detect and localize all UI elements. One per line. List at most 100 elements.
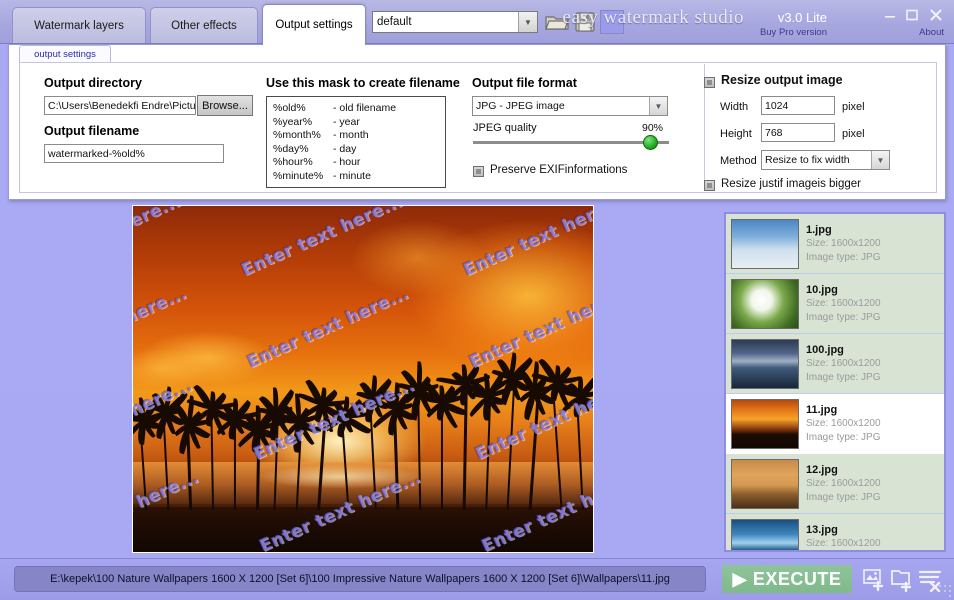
mask-row: %old% - old filename xyxy=(273,102,445,116)
list-item-meta: 11.jpg Size: 1600x1200 Image type: JPG xyxy=(806,403,939,445)
file-type: Image type: JPG xyxy=(806,311,881,323)
tab-output-settings[interactable]: Output settings xyxy=(262,4,366,45)
jpeg-quality-slider-track[interactable] xyxy=(473,141,669,144)
palm-tree-silhouette xyxy=(511,361,556,511)
mask-desc: - year xyxy=(333,115,360,128)
filename-mask-title: Use this mask to create filename xyxy=(266,76,460,90)
about-link[interactable]: About xyxy=(919,27,944,38)
mask-desc: - old filename xyxy=(333,102,397,114)
tab-output-settings-label: Output settings xyxy=(275,19,353,31)
tab-watermark-layers-label: Watermark layers xyxy=(34,19,124,32)
inner-tab-output-settings[interactable]: output settings xyxy=(19,45,111,63)
palm-tree-silhouette xyxy=(236,405,287,511)
mask-row: %hour% - hour xyxy=(273,156,445,170)
output-filename-input[interactable]: watermarked-%old% xyxy=(44,144,224,163)
resize-only-if-bigger-checkbox[interactable] xyxy=(704,180,715,191)
tab-other-effects[interactable]: Other effects xyxy=(150,7,258,43)
file-name: 10.jpg xyxy=(806,283,838,296)
list-item[interactable]: 1.jpg Size: 1600x1200 Image type: JPG xyxy=(726,214,944,274)
file-size: Size: 1600x1200 xyxy=(806,477,881,489)
application-window: Watermark layers Other effects Output se… xyxy=(0,0,954,600)
chevron-down-icon[interactable]: ▼ xyxy=(871,151,889,169)
list-item[interactable]: 100.jpg Size: 1600x1200 Image type: JPG xyxy=(726,334,944,394)
list-item-meta: 100.jpg Size: 1600x1200 Image type: JPG xyxy=(806,343,939,385)
chevron-down-icon[interactable]: ▼ xyxy=(649,97,667,115)
file-type: Image type: JPG xyxy=(806,251,881,263)
execute-button[interactable]: ▶ EXECUTE xyxy=(722,565,852,593)
bottom-bar: E:\kepek\100 Nature Wallpapers 1600 X 12… xyxy=(0,558,954,600)
palm-tree-silhouette xyxy=(297,378,346,511)
file-type: Image type: JPG xyxy=(806,491,881,503)
file-format-combobox[interactable]: JPG - JPEG image ▼ xyxy=(472,96,668,116)
file-size: Size: 1600x1200 xyxy=(806,237,881,249)
thumbnail-image xyxy=(731,518,799,550)
execute-button-label: EXECUTE xyxy=(752,568,842,589)
add-folder-icon[interactable] xyxy=(890,568,916,593)
resize-width-label: Width xyxy=(720,101,749,113)
palm-tree-silhouette xyxy=(415,378,467,511)
image-file-list[interactable]: 1.jpg Size: 1600x1200 Image type: JPG 10.jp… xyxy=(724,212,946,552)
output-settings-panel: output settings Output directory C:\User… xyxy=(8,44,946,200)
buy-pro-link[interactable]: Buy Pro version xyxy=(760,27,827,38)
mask-key: %old% xyxy=(273,102,306,114)
current-file-path: E:\kepek\100 Nature Wallpapers 1600 X 12… xyxy=(14,566,706,592)
resize-output-checkbox[interactable] xyxy=(704,77,715,88)
add-image-icon[interactable] xyxy=(862,568,888,592)
resize-height-input[interactable]: 768 xyxy=(761,123,835,142)
app-brand-title: easy watermark studio xyxy=(562,7,744,28)
mask-key: %hour% xyxy=(273,156,313,168)
jpeg-quality-label: JPEG quality xyxy=(473,122,537,134)
list-item[interactable]: 10.jpg Size: 1600x1200 Image type: JPG xyxy=(726,274,944,334)
palm-tree-silhouette xyxy=(317,396,372,511)
mask-row: %minute% - minute xyxy=(273,170,445,184)
list-item[interactable]: 13.jpgSize: 1600x1200 Image type: JPG xyxy=(726,514,944,550)
mask-row: %day% - day xyxy=(273,143,445,157)
title-bar: Watermark layers Other effects Output se… xyxy=(0,0,954,45)
list-item[interactable]: 12.jpg Size: 1600x1200 Image type: JPG xyxy=(726,454,944,514)
chevron-down-icon[interactable]: ▼ xyxy=(518,12,537,32)
output-directory-input[interactable]: C:\Users\Benedekfi Endre\Pictures xyxy=(44,96,196,115)
app-version-label: v3.0 Lite xyxy=(777,10,827,25)
mask-key: %year% xyxy=(273,115,313,128)
file-format-value: JPG - JPEG image xyxy=(476,100,565,112)
jpeg-quality-value: 90% xyxy=(642,122,664,134)
mask-key: %minute% xyxy=(273,169,324,182)
palm-tree-silhouette xyxy=(485,352,535,511)
maximize-icon[interactable] xyxy=(904,8,920,26)
mask-key: %day% xyxy=(273,142,309,155)
list-item[interactable]: 11.jpg Size: 1600x1200 Image type: JPG xyxy=(726,394,944,454)
file-size: Size: 1600x1200 xyxy=(806,297,881,309)
file-name: 100.jpg xyxy=(806,343,844,356)
file-size: Size: 1600x1200 xyxy=(806,537,881,549)
resize-method-combobox[interactable]: Resize to fix width ▼ xyxy=(761,150,890,170)
browse-button[interactable]: Browse... xyxy=(197,95,253,116)
thumbnail-image xyxy=(731,458,799,509)
resize-width-input[interactable]: 1024 xyxy=(761,96,835,115)
palm-tree-silhouette xyxy=(371,382,418,511)
thumbnail-image xyxy=(731,338,799,389)
image-preview[interactable]: Enter text here... Enter text here... Ente… xyxy=(132,205,594,553)
preserve-exif-checkbox[interactable] xyxy=(473,166,484,177)
tab-other-effects-label: Other effects xyxy=(171,19,237,32)
palm-tree-silhouette xyxy=(140,386,190,511)
resize-grip[interactable] xyxy=(938,584,952,598)
minimize-icon[interactable] xyxy=(882,8,898,26)
palm-tree-silhouette xyxy=(133,397,172,511)
palm-tree-silhouette xyxy=(435,364,493,511)
list-item-meta: 10.jpg Size: 1600x1200 Image type: JPG xyxy=(806,283,939,325)
thumbnail-image xyxy=(731,278,799,329)
tab-watermark-layers[interactable]: Watermark layers xyxy=(12,7,146,43)
palm-tree-silhouette xyxy=(276,393,322,511)
resize-only-if-bigger-label: Resize justif imageis bigger xyxy=(721,178,861,190)
list-item-meta: 1.jpg Size: 1600x1200 Image type: JPG xyxy=(806,223,939,265)
preset-combobox[interactable]: default ▼ xyxy=(372,11,538,33)
close-icon[interactable] xyxy=(928,8,944,25)
resize-height-value: 768 xyxy=(765,126,783,139)
palm-tree-silhouette xyxy=(253,387,297,511)
file-name: 11.jpg xyxy=(806,403,838,416)
palm-tree-silhouette xyxy=(551,376,593,511)
mask-desc: - day xyxy=(333,142,357,155)
preserve-exif-label: Preserve EXIFinformations xyxy=(490,164,628,176)
jpeg-quality-slider-knob[interactable] xyxy=(643,135,658,150)
palm-tree-silhouette xyxy=(206,398,263,511)
